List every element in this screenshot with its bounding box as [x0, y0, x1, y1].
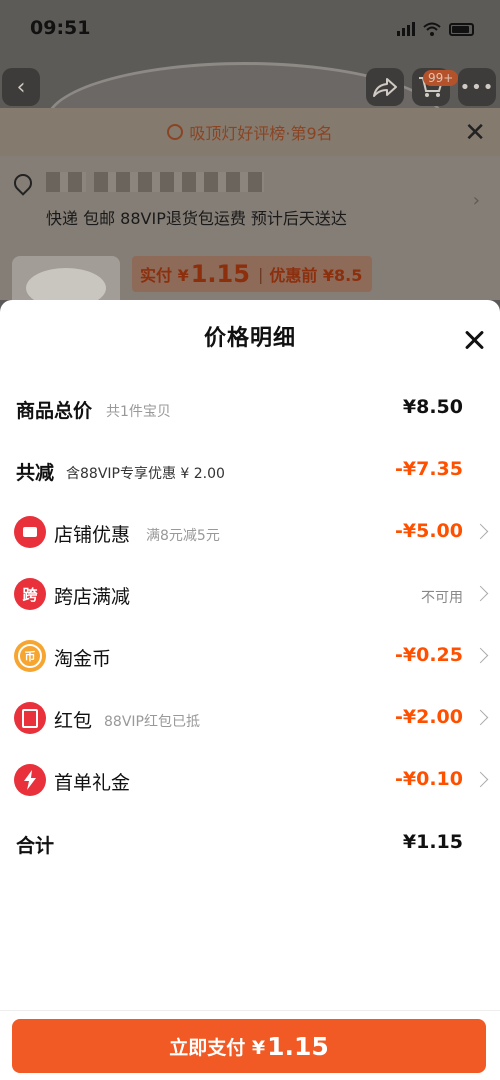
- battery-icon: [449, 23, 474, 36]
- back-button[interactable]: ‹: [2, 68, 40, 106]
- wifi-icon: [423, 22, 441, 36]
- row-first-order-gift[interactable]: 首单礼金 -¥0.10: [0, 760, 500, 800]
- row-value: ¥1.15: [402, 831, 463, 853]
- row-value: -¥0.25: [395, 644, 463, 666]
- chevron-right-icon: [472, 709, 489, 726]
- pay-now-button[interactable]: 立即支付 ¥ 1.15: [12, 1019, 486, 1073]
- pay-prefix: 实付 ¥: [140, 266, 189, 285]
- signal-icon: [397, 20, 415, 36]
- row-sub: 满8元减5元: [146, 528, 220, 544]
- row-total-discount: 共减 含88VIP专享优惠 ¥ 2.00 -¥7.35: [0, 450, 500, 490]
- row-taojinbi[interactable]: 淘金币 -¥0.25: [0, 636, 500, 676]
- row-status: 不可用: [421, 590, 463, 606]
- row-label: 红包: [54, 710, 93, 732]
- separator: |: [257, 264, 264, 284]
- shipping-info: 快递 包邮 88VIP退货包运费 预计后天送达: [46, 209, 347, 228]
- cart-badge: 99+: [423, 70, 459, 86]
- chevron-right-icon: [472, 647, 489, 664]
- chevron-left-icon: ‹: [16, 74, 26, 100]
- lightning-icon: [14, 764, 46, 796]
- divider: [0, 1010, 500, 1011]
- row-label: 首单礼金: [54, 772, 131, 794]
- row-grand-total: 合计 ¥1.15: [0, 823, 500, 863]
- store-icon: [14, 516, 46, 548]
- status-bar: 09:51: [0, 0, 500, 56]
- red-packet-icon: [14, 702, 46, 734]
- row-red-packet[interactable]: 红包 88VIP红包已抵 -¥2.00: [0, 698, 500, 738]
- row-label: 淘金币: [54, 648, 112, 670]
- rank-text: 吸顶灯好评榜·第9名: [189, 124, 333, 143]
- row-sub: 88VIP红包已抵: [104, 714, 200, 730]
- pay-amount: 1.15: [190, 260, 250, 288]
- row-label: 商品总价: [16, 400, 93, 422]
- row-value: -¥7.35: [395, 458, 463, 480]
- price-summary-bar: 实付 ¥ 1.15 | 优惠前 ¥8.5: [132, 256, 372, 292]
- taojinbi-coin-icon: [14, 640, 46, 672]
- pay-button-label: 立即支付 ¥: [169, 1036, 266, 1059]
- background-page: 09:51 ‹ 99+ ••• 吸顶灯好评榜·第9名 ✕ 快递 包邮 88VIP…: [0, 0, 500, 300]
- row-label: 共减: [16, 462, 55, 484]
- more-dots-icon: •••: [459, 76, 495, 98]
- chevron-right-icon: ›: [472, 190, 480, 211]
- row-label: 店铺优惠: [54, 524, 131, 546]
- share-button[interactable]: [366, 68, 404, 106]
- price-detail-sheet: 价格明细 商品总价 共1件宝贝 ¥8.50 共减 含88VIP专享优惠 ¥ 2.…: [0, 300, 500, 1080]
- pay-button-amount: 1.15: [267, 1031, 329, 1061]
- row-value: -¥5.00: [395, 520, 463, 542]
- medal-icon: [167, 124, 184, 140]
- row-label: 合计: [16, 835, 55, 857]
- status-icons: [397, 20, 474, 36]
- row-store-discount[interactable]: 店铺优惠 满8元减5元 -¥5.00: [0, 512, 500, 552]
- before-discount: 优惠前 ¥8.5: [269, 266, 363, 285]
- chevron-right-icon: [472, 771, 489, 788]
- chevron-right-icon: [472, 585, 489, 602]
- row-total-price: 商品总价 共1件宝贝 ¥8.50: [0, 388, 500, 428]
- chevron-right-icon: [472, 523, 489, 540]
- row-value: -¥2.00: [395, 706, 463, 728]
- blurred-address: [94, 172, 264, 192]
- more-button[interactable]: •••: [458, 68, 496, 106]
- row-sub: 含88VIP专享优惠 ¥ 2.00: [66, 466, 225, 482]
- row-cross-store[interactable]: 跨 跨店满减 不可用: [0, 574, 500, 614]
- cross-store-icon: 跨: [14, 578, 46, 610]
- product-thumbnail: [12, 256, 120, 300]
- status-time: 09:51: [30, 17, 91, 39]
- rank-banner[interactable]: 吸顶灯好评榜·第9名 ✕: [0, 108, 500, 156]
- close-icon[interactable]: ✕: [464, 118, 486, 148]
- share-icon: [373, 78, 397, 97]
- close-icon[interactable]: [464, 330, 484, 350]
- row-value: -¥0.10: [395, 768, 463, 790]
- blurred-address: [46, 172, 86, 192]
- row-value: ¥8.50: [402, 396, 463, 418]
- sheet-title: 价格明细: [203, 326, 296, 351]
- row-label: 跨店满减: [54, 586, 131, 608]
- row-sub: 共1件宝贝: [106, 404, 171, 420]
